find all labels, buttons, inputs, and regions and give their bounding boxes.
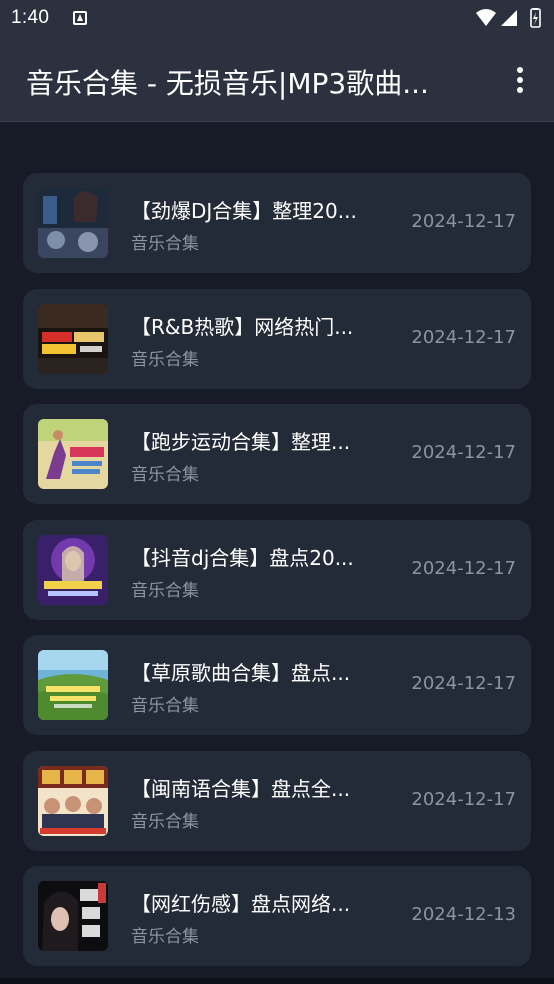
item-category: 音乐合集 bbox=[131, 465, 199, 485]
item-date: 2024-12-17 bbox=[411, 788, 516, 810]
more-vert-icon[interactable] bbox=[506, 66, 534, 94]
list-item[interactable]: 【闽南语合集】盘点全... 音乐合集 2024-12-17 bbox=[23, 750, 531, 851]
item-title: 【草原歌曲合集】盘点... bbox=[131, 661, 351, 685]
status-time: 1:40 bbox=[11, 7, 50, 28]
item-category: 音乐合集 bbox=[131, 811, 199, 832]
item-title: 【闽南语合集】盘点全... bbox=[131, 776, 351, 801]
music-list: 【劲爆DJ合集】整理20... 音乐合集 2024-12-17 【R&B热歌】网… bbox=[23, 173, 531, 982]
status-icons bbox=[476, 8, 542, 28]
running-cover-thumbnail bbox=[38, 419, 108, 489]
list-item[interactable]: 【跑步运动合集】整理... 音乐合集 2024-12-17 bbox=[23, 404, 531, 504]
item-category: 音乐合集 bbox=[131, 580, 199, 601]
sad-songs-cover-thumbnail bbox=[38, 881, 108, 951]
item-title: 【抖音dj合集】盘点20... bbox=[131, 545, 354, 570]
dj-mixer-thumbnail bbox=[38, 188, 108, 258]
item-title: 【劲爆DJ合集】整理20... bbox=[131, 199, 357, 223]
item-date: 2024-12-17 bbox=[411, 211, 516, 232]
item-category: 音乐合集 bbox=[131, 696, 199, 716]
item-category: 音乐合集 bbox=[131, 234, 199, 254]
wifi-signal-battery-icon bbox=[476, 8, 541, 28]
item-date: 2024-12-17 bbox=[411, 326, 516, 348]
item-date: 2024-12-13 bbox=[411, 904, 516, 925]
status-bar: 1:40 bbox=[0, 0, 554, 38]
douyin-dj-cover-thumbnail bbox=[38, 534, 108, 605]
list-item[interactable]: 【网红伤感】盘点网络... 音乐合集 2024-12-13 bbox=[23, 866, 531, 966]
item-title: 【跑步运动合集】整理... bbox=[131, 430, 351, 454]
bottom-edge bbox=[0, 978, 554, 984]
app-bar: 音乐合集 - 无损音乐|MP3歌曲... bbox=[0, 38, 554, 122]
item-date: 2024-12-17 bbox=[411, 673, 516, 694]
item-date: 2024-12-17 bbox=[411, 557, 516, 579]
item-category: 音乐合集 bbox=[131, 349, 199, 370]
item-title: 【网红伤感】盘点网络... bbox=[131, 892, 351, 916]
list-item[interactable]: 【草原歌曲合集】盘点... 音乐合集 2024-12-17 bbox=[23, 635, 531, 735]
list-item[interactable]: 【R&B热歌】网络热门... 音乐合集 2024-12-17 bbox=[23, 288, 531, 389]
list-item[interactable]: 【抖音dj合集】盘点20... 音乐合集 2024-12-17 bbox=[23, 519, 531, 620]
list-item[interactable]: 【劲爆DJ合集】整理20... 音乐合集 2024-12-17 bbox=[23, 173, 531, 273]
item-date: 2024-12-17 bbox=[411, 442, 516, 463]
notification-icon bbox=[73, 11, 87, 25]
rnb-cover-thumbnail bbox=[38, 303, 108, 374]
item-title: 【R&B热歌】网络热门... bbox=[131, 314, 354, 339]
page-title: 音乐合集 - 无损音乐|MP3歌曲... bbox=[26, 67, 429, 100]
grassland-cover-thumbnail bbox=[38, 650, 108, 720]
screen: 1:40 音乐合集 - 无损音乐|MP3歌曲... 【劲爆DJ合集】整理20..… bbox=[0, 0, 554, 984]
minnan-cover-thumbnail bbox=[38, 765, 108, 836]
item-category: 音乐合集 bbox=[131, 927, 199, 947]
